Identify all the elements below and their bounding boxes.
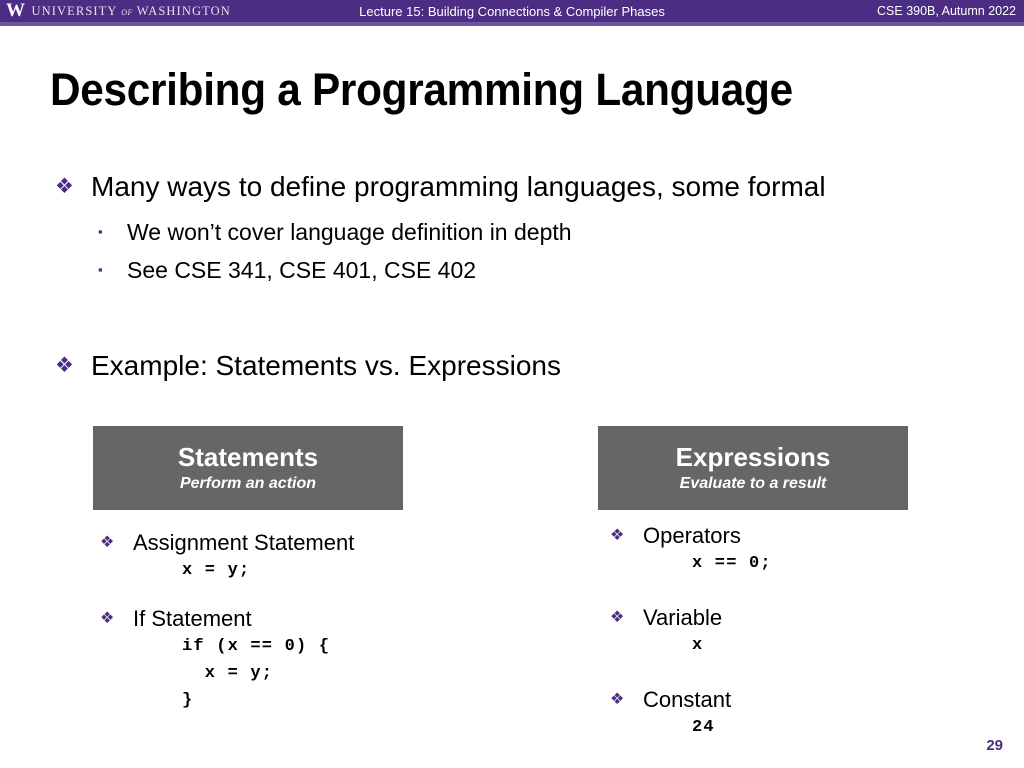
statements-header-box: Statements Perform an action: [93, 426, 403, 510]
bullet-item-4: ❖ Example: Statements vs. Expressions: [55, 349, 561, 383]
diamond-bullet-icon: ❖: [610, 527, 625, 544]
bullet-item-3-label: See CSE 341, CSE 401, CSE 402: [127, 257, 477, 283]
square-bullet-icon: ▪: [98, 262, 103, 277]
statements-title: Statements: [177, 442, 319, 472]
uw-wordmark-university: UNIVERSITY: [31, 3, 118, 18]
uw-w-icon: W: [6, 0, 25, 21]
slide-number: 29: [986, 737, 1003, 754]
expressions-item-constant-code: 24: [692, 718, 715, 737]
bullet-item-1-label: Many ways to define programming language…: [91, 171, 826, 202]
statements-item-assignment-label: Assignment Statement: [133, 530, 355, 555]
statements-item-if-code: if (x == 0) { x = y; }: [182, 637, 331, 710]
header-accent-stripe: [0, 22, 1024, 26]
uw-wordmark-washington: WASHINGTON: [136, 3, 231, 18]
diamond-bullet-icon: ❖: [55, 175, 74, 198]
bullet-item-4-label: Example: Statements vs. Expressions: [91, 350, 561, 381]
diamond-bullet-icon: ❖: [100, 534, 115, 551]
diamond-bullet-icon: ❖: [55, 354, 74, 377]
bullet-item-2: ▪ We won’t cover language definition in …: [98, 217, 572, 247]
statements-item-if: ❖ If Statement if (x == 0) { x = y; }: [100, 605, 330, 714]
diamond-bullet-icon: ❖: [610, 691, 625, 708]
expressions-item-constant: ❖ Constant 24: [610, 686, 731, 741]
expressions-item-operators-code: x == 0;: [692, 554, 772, 573]
expressions-subtitle: Evaluate to a result: [679, 475, 827, 492]
expressions-item-operators: ❖ Operators x == 0;: [610, 522, 772, 577]
bullet-item-1: ❖ Many ways to define programming langua…: [55, 170, 826, 204]
expressions-item-constant-label: Constant: [643, 687, 732, 712]
bullet-item-2-label: We won’t cover language definition in de…: [127, 219, 572, 245]
expressions-item-variable-label: Variable: [643, 605, 723, 630]
diamond-bullet-icon: ❖: [610, 609, 625, 626]
expressions-item-variable-code: x: [692, 636, 704, 655]
square-bullet-icon: ▪: [98, 224, 103, 239]
page-title: Describing a Programming Language: [50, 64, 793, 115]
uw-wordmark: UNIVERSITY of WASHINGTON: [32, 4, 231, 19]
bullet-item-3: ▪ See CSE 341, CSE 401, CSE 402: [98, 255, 476, 285]
statements-subtitle: Perform an action: [179, 475, 317, 492]
statements-item-if-label: If Statement: [133, 606, 252, 631]
expressions-title: Expressions: [675, 442, 831, 472]
header-course-label: CSE 390B, Autumn 2022: [877, 4, 1016, 18]
uw-wordmark-of: of: [121, 5, 133, 18]
expressions-header-box: Expressions Evaluate to a result: [598, 426, 908, 510]
expressions-item-variable: ❖ Variable x: [610, 604, 722, 659]
expressions-item-operators-label: Operators: [643, 523, 741, 548]
statements-item-assignment-code: x = y;: [182, 561, 251, 580]
diamond-bullet-icon: ❖: [100, 610, 115, 627]
statements-item-assignment: ❖ Assignment Statement x = y;: [100, 529, 354, 584]
uw-logo: W UNIVERSITY of WASHINGTON: [6, 0, 231, 22]
